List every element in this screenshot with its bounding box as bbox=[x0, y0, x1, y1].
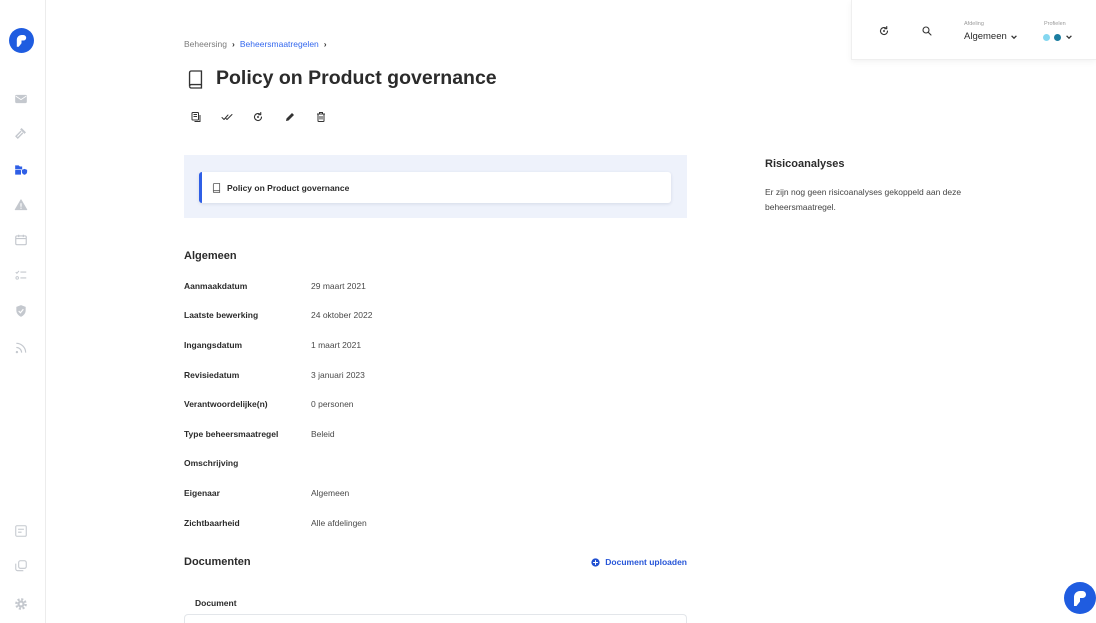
refresh-icon bbox=[254, 111, 263, 122]
breadcrumb-item-beheersmaatregelen[interactable]: Beheersmaatregelen bbox=[240, 38, 319, 50]
book-icon bbox=[212, 182, 221, 193]
chevron-down-icon bbox=[1066, 35, 1072, 40]
sidebar-item-mail[interactable] bbox=[14, 92, 28, 106]
gear-icon bbox=[15, 598, 27, 610]
general-details: Aanmaakdatum 29 maart 2021 Laatste bewer… bbox=[184, 271, 584, 537]
header-refresh-button[interactable] bbox=[878, 25, 890, 37]
linked-item-card[interactable]: Policy on Product governance bbox=[199, 172, 671, 203]
department-value: Algemeen bbox=[964, 31, 1007, 42]
breadcrumb-separator: › bbox=[323, 39, 327, 49]
detail-label: Zichtbaarheid bbox=[184, 517, 240, 528]
refresh-icon bbox=[880, 25, 889, 36]
page-title: Policy on Product governance bbox=[216, 67, 497, 89]
calendar-icon bbox=[15, 234, 27, 246]
detail-label: Laatste bewerking bbox=[184, 310, 259, 321]
risk-analyses-heading: Risicoanalyses bbox=[765, 158, 845, 170]
mail-icon bbox=[15, 94, 27, 104]
breadcrumb-separator: › bbox=[232, 39, 235, 49]
profiles-select[interactable] bbox=[1043, 33, 1073, 41]
folder-shield-icon bbox=[15, 165, 28, 175]
detail-value: 0 personen bbox=[311, 399, 354, 410]
breadcrumb: Beheersing › Beheersmaatregelen › bbox=[184, 38, 327, 50]
detail-value: 1 maart 2021 bbox=[311, 339, 362, 350]
checklist-icon bbox=[15, 270, 27, 280]
detail-value: 3 januari 2023 bbox=[311, 369, 365, 380]
list-icon bbox=[15, 525, 27, 537]
risk-analyses-panel: Risicoanalyses Er zijn nog geen risicoan… bbox=[765, 156, 995, 215]
edit-button[interactable] bbox=[284, 111, 296, 123]
detail-value: Algemeen bbox=[311, 487, 350, 498]
sidebar-item-calendar[interactable] bbox=[14, 233, 28, 247]
warning-icon bbox=[14, 199, 28, 211]
chat-button[interactable] bbox=[1064, 582, 1096, 614]
linked-item-title: Policy on Product governance bbox=[227, 182, 350, 193]
sidebar-item-reports[interactable] bbox=[14, 524, 28, 538]
detail-label: Verantwoordelijke(n) bbox=[184, 399, 268, 410]
search-icon bbox=[922, 26, 932, 36]
profiles-label: Profielen bbox=[1044, 21, 1066, 27]
detail-value: 24 oktober 2022 bbox=[311, 310, 373, 321]
pencil-icon bbox=[286, 113, 294, 121]
shield-check-icon bbox=[16, 305, 26, 317]
risk-analyses-empty-text: Er zijn nog geen risicoanalyses gekoppel… bbox=[765, 187, 962, 212]
sidebar-item-settings[interactable] bbox=[14, 597, 28, 611]
detail-row: Omschrijving bbox=[184, 449, 584, 479]
detail-row: Aanmaakdatum 29 maart 2021 bbox=[184, 271, 584, 301]
detail-row: Zichtbaarheid Alle afdelingen bbox=[184, 508, 584, 538]
report-icon bbox=[191, 112, 201, 122]
chevron-down-icon bbox=[1010, 35, 1017, 40]
detail-row: Revisiedatum 3 januari 2023 bbox=[184, 360, 584, 390]
upload-document-label: Document uploaden bbox=[605, 557, 687, 567]
revision-button[interactable] bbox=[252, 111, 264, 123]
department-label: Afdeling bbox=[964, 21, 984, 27]
header-toolbar: Afdeling Algemeen Profielen bbox=[851, 0, 1096, 60]
detail-label: Omschrijving bbox=[184, 458, 239, 469]
detail-value: 29 maart 2021 bbox=[311, 280, 366, 291]
detail-row: Verantwoordelijke(n) 0 personen bbox=[184, 389, 584, 419]
rss-icon bbox=[15, 342, 27, 354]
detail-row: Type beheersmaatregel Beleid bbox=[184, 419, 584, 449]
detail-label: Type beheersmaatregel bbox=[184, 428, 279, 439]
sidebar-item-risks[interactable] bbox=[14, 198, 28, 212]
sidebar-item-templates[interactable] bbox=[14, 559, 28, 573]
chat-logo-icon bbox=[1064, 582, 1096, 614]
detail-label: Revisiedatum bbox=[184, 369, 240, 380]
delete-button[interactable] bbox=[315, 111, 327, 123]
general-heading: Algemeen bbox=[184, 250, 237, 262]
detail-value: Alle afdelingen bbox=[311, 517, 367, 528]
detail-label: Aanmaakdatum bbox=[184, 280, 248, 291]
detail-row: Ingangsdatum 1 maart 2021 bbox=[184, 330, 584, 360]
documents-table bbox=[184, 614, 687, 623]
logo-icon[interactable] bbox=[9, 28, 34, 53]
documents-heading: Documenten bbox=[184, 556, 251, 568]
plus-circle-icon bbox=[591, 557, 600, 567]
profile-dot bbox=[1043, 33, 1050, 41]
double-check-icon bbox=[221, 114, 233, 120]
detail-label: Ingangsdatum bbox=[184, 339, 243, 350]
detail-value: Beleid bbox=[311, 428, 335, 439]
detail-row: Eigenaar Algemeen bbox=[184, 478, 584, 508]
book-icon bbox=[187, 70, 204, 89]
sidebar-item-controls[interactable] bbox=[14, 163, 28, 177]
upload-document-button[interactable]: Document uploaden bbox=[591, 556, 687, 568]
sidebar-item-tasks[interactable] bbox=[14, 126, 28, 140]
sidebar bbox=[0, 0, 46, 623]
approve-button[interactable] bbox=[221, 111, 233, 123]
report-button[interactable] bbox=[190, 111, 202, 123]
detail-row: Laatste bewerking 24 oktober 2022 bbox=[184, 301, 584, 331]
sidebar-item-feed[interactable] bbox=[14, 341, 28, 355]
department-select[interactable]: Algemeen bbox=[964, 31, 1018, 43]
linked-items-panel: Policy on Product governance bbox=[184, 155, 687, 218]
sidebar-item-checklists[interactable] bbox=[14, 268, 28, 282]
profile-dot bbox=[1054, 33, 1061, 41]
sidebar-item-compliance[interactable] bbox=[14, 304, 28, 318]
trash-icon bbox=[317, 112, 325, 122]
header-search-button[interactable] bbox=[921, 25, 933, 37]
breadcrumb-item-beheersing[interactable]: Beheersing bbox=[184, 38, 227, 50]
detail-label: Eigenaar bbox=[184, 487, 220, 498]
hammer-icon bbox=[15, 128, 26, 139]
copy-icon bbox=[15, 560, 27, 572]
documents-column-header: Document bbox=[195, 598, 237, 608]
